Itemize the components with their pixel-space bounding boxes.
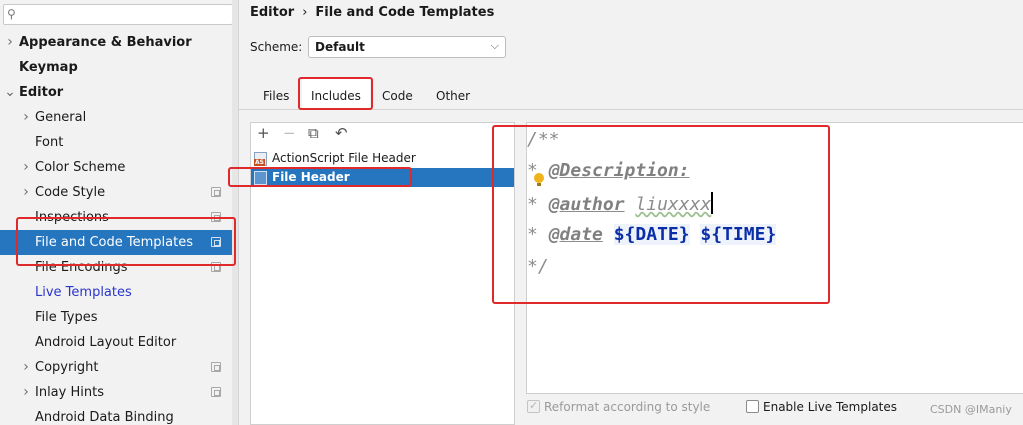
sidebar-item-label: File Types xyxy=(35,310,98,325)
scheme-dropdown[interactable]: Default ⌵ xyxy=(308,36,506,58)
sidebar-item-appearance-behavior[interactable]: › Appearance & Behavior xyxy=(0,30,238,55)
chevron-down-icon[interactable]: ⌄ xyxy=(4,80,16,105)
sidebar-item-copyright[interactable]: › Copyright xyxy=(0,355,238,380)
sidebar-item-color-scheme[interactable]: › Color Scheme xyxy=(0,155,238,180)
sidebar-item-label: Keymap xyxy=(19,60,78,75)
chevron-right-icon[interactable]: › xyxy=(20,380,32,405)
search-input[interactable] xyxy=(26,6,226,23)
chevron-right-icon[interactable]: › xyxy=(20,355,32,380)
chevron-down-icon: ⌵ xyxy=(490,39,499,52)
tab-other[interactable]: Other xyxy=(436,89,470,103)
remove-icon[interactable]: − xyxy=(283,124,296,142)
project-scope-icon xyxy=(211,387,221,397)
sidebar-item-label: Code Style xyxy=(35,185,106,200)
sidebar-item-android-data-binding[interactable]: Android Data Binding xyxy=(0,405,238,425)
reformat-checkbox-row[interactable]: Reformat according to style xyxy=(527,398,727,415)
sidebar-item-label: Android Layout Editor xyxy=(35,335,177,350)
template-item-actionscript-header[interactable]: AS ActionScript File Header xyxy=(251,149,514,168)
enable-live-templates-checkbox[interactable] xyxy=(746,400,759,413)
breadcrumb-current: File and Code Templates xyxy=(315,5,495,20)
sidebar-item-inlay-hints[interactable]: › Inlay Hints xyxy=(0,380,238,405)
tab-files[interactable]: Files xyxy=(263,89,289,103)
sidebar-item-font[interactable]: Font xyxy=(0,130,238,155)
sidebar-item-label: Live Templates xyxy=(35,285,132,300)
sidebar-item-label: Color Scheme xyxy=(35,160,126,175)
scheme-value: Default xyxy=(315,40,365,54)
template-item-label: ActionScript File Header xyxy=(272,151,416,165)
sidebar-item-live-templates[interactable]: Live Templates xyxy=(0,280,238,305)
reformat-checkbox[interactable] xyxy=(527,398,540,414)
sidebar-item-label: Editor xyxy=(19,85,64,100)
copy-icon[interactable]: ⧉ xyxy=(308,124,319,142)
annotation-box-editor xyxy=(492,125,830,304)
chevron-right-icon[interactable]: › xyxy=(4,30,16,55)
file-icon: AS xyxy=(254,152,267,166)
chevron-right-icon[interactable]: › xyxy=(20,155,32,180)
sidebar-item-label: Appearance & Behavior xyxy=(19,35,192,50)
breadcrumb-parent[interactable]: Editor xyxy=(250,5,294,20)
sidebar-item-label: Android Data Binding xyxy=(35,410,174,425)
chevron-right-icon[interactable]: › xyxy=(20,105,32,130)
reset-icon[interactable]: ↶ xyxy=(335,124,348,142)
sidebar-item-editor[interactable]: ⌄ Editor xyxy=(0,80,238,105)
search-box[interactable]: ⚲ xyxy=(3,4,233,25)
project-scope-icon xyxy=(211,362,221,372)
annotation-box-includes xyxy=(298,77,373,110)
annotation-box-file-header xyxy=(228,167,412,187)
sidebar-item-android-layout-editor[interactable]: Android Layout Editor xyxy=(0,330,238,355)
sidebar-item-label: Font xyxy=(35,135,64,150)
scheme-label: Scheme: xyxy=(250,40,303,54)
chevron-right-icon[interactable]: › xyxy=(20,180,32,205)
annotation-box-sidebar xyxy=(16,217,236,266)
project-scope-icon xyxy=(211,187,221,197)
sidebar-divider xyxy=(238,0,239,425)
watermark: CSDN @IManiy xyxy=(930,403,1012,416)
sidebar-item-code-style[interactable]: › Code Style xyxy=(0,180,238,205)
enable-live-templates-label: Enable Live Templates xyxy=(763,400,898,414)
sidebar-item-general[interactable]: › General xyxy=(0,105,238,130)
breadcrumb: Editor › File and Code Templates xyxy=(250,5,494,20)
breadcrumb-separator: › xyxy=(302,5,308,20)
sidebar-item-label: Inlay Hints xyxy=(35,385,104,400)
sidebar-item-file-types[interactable]: File Types xyxy=(0,305,238,330)
sidebar-item-label: Copyright xyxy=(35,360,99,375)
search-icon: ⚲ xyxy=(7,7,16,21)
reformat-label: Reformat according to style xyxy=(544,400,711,414)
file-icon-tag: AS xyxy=(254,159,265,166)
tab-code[interactable]: Code xyxy=(382,89,413,103)
enable-live-templates-row[interactable]: Enable Live Templates xyxy=(746,399,916,415)
settings-window: ⚲ › Appearance & Behavior Keymap ⌄ Editor › Ge… xyxy=(0,0,1023,425)
add-icon[interactable]: + xyxy=(257,124,270,142)
sidebar-item-label: General xyxy=(35,110,87,125)
sidebar-item-keymap[interactable]: Keymap xyxy=(0,55,238,80)
